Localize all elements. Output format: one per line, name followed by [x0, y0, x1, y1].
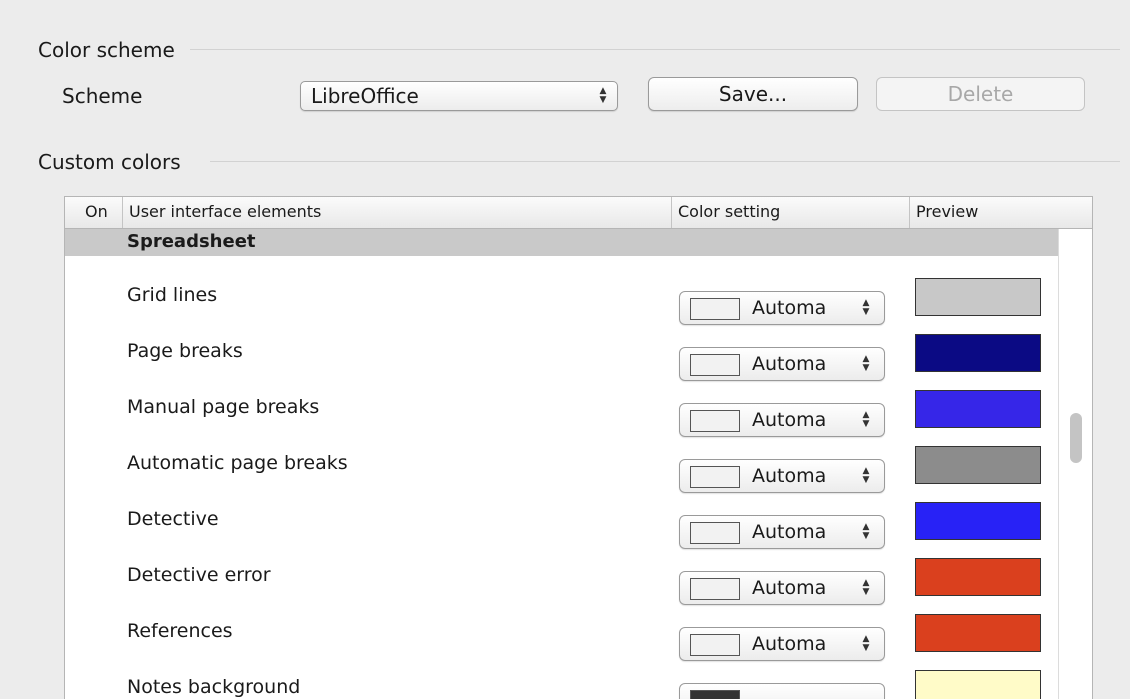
row-label: References: [127, 620, 233, 642]
table-row: Detective error Automa ▲ ▼: [65, 557, 1058, 613]
color-swatch: [690, 410, 740, 432]
color-setting-value: Automa: [752, 409, 827, 431]
color-preview: [915, 334, 1041, 372]
color-setting-select[interactable]: Automa ▲ ▼: [679, 403, 885, 437]
color-preview: [915, 558, 1041, 596]
row-label: Page breaks: [127, 340, 243, 362]
color-setting-select[interactable]: Automa ▲ ▼: [679, 515, 885, 549]
column-header-elements[interactable]: User interface elements: [122, 197, 671, 228]
row-label: Grid lines: [127, 284, 218, 306]
custom-colors-table: On User interface elements Color setting…: [64, 196, 1093, 699]
color-scheme-divider: [190, 49, 1120, 50]
table-row: Page breaks Automa ▲ ▼: [65, 333, 1058, 389]
scrollbar-thumb[interactable]: [1070, 413, 1082, 463]
row-label: Detective: [127, 508, 219, 530]
table-row: Automatic page breaks Automa ▲ ▼: [65, 445, 1058, 501]
scheme-select[interactable]: LibreOffice ▲ ▼: [300, 81, 618, 111]
updown-arrows-icon: ▲ ▼: [862, 410, 870, 429]
color-swatch: [690, 354, 740, 376]
save-button[interactable]: Save...: [648, 77, 858, 111]
table-header: On User interface elements Color setting…: [65, 197, 1092, 229]
column-header-on[interactable]: On: [65, 197, 122, 228]
group-row-spreadsheet: Spreadsheet: [65, 229, 1058, 256]
color-preview: [915, 278, 1041, 316]
color-swatch: [690, 522, 740, 544]
color-swatch: [690, 466, 740, 488]
column-header-preview[interactable]: Preview: [909, 197, 1092, 228]
color-setting-value: Automa: [752, 577, 827, 599]
color-setting-value: Automa: [752, 353, 827, 375]
updown-arrows-icon: ▲ ▼: [862, 578, 870, 597]
scheme-select-value: LibreOffice: [311, 84, 419, 108]
color-setting-value: Automa: [752, 297, 827, 319]
color-swatch: [690, 690, 740, 699]
updown-arrows-icon: ▲ ▼: [862, 298, 870, 317]
color-preview: [915, 502, 1041, 540]
color-preview: [915, 390, 1041, 428]
color-swatch: [690, 578, 740, 600]
row-label: Automatic page breaks: [127, 452, 348, 474]
row-label: Detective error: [127, 564, 271, 586]
updown-arrows-icon: ▲ ▼: [862, 354, 870, 373]
color-swatch: [690, 298, 740, 320]
column-header-color-setting[interactable]: Color setting: [671, 197, 909, 228]
updown-arrows-icon: ▲ ▼: [599, 86, 607, 105]
color-preview: [915, 670, 1041, 699]
color-setting-select[interactable]: Automa ▲ ▼: [679, 571, 885, 605]
custom-colors-section-title: Custom colors: [38, 150, 187, 174]
updown-arrows-icon: ▲ ▼: [862, 522, 870, 541]
row-label: Manual page breaks: [127, 396, 320, 418]
updown-arrows-icon: ▲ ▼: [862, 634, 870, 653]
table-row: References Automa ▲ ▼: [65, 613, 1058, 669]
color-scheme-section-title: Color scheme: [38, 38, 181, 62]
color-setting-value: Automa: [752, 521, 827, 543]
table-row: Notes background: [65, 669, 1058, 699]
table-row: Detective Automa ▲ ▼: [65, 501, 1058, 557]
table-row: Manual page breaks Automa ▲ ▼: [65, 389, 1058, 445]
row-label: Notes background: [127, 676, 301, 698]
group-label: Spreadsheet: [127, 231, 256, 252]
color-preview: [915, 614, 1041, 652]
color-setting-select[interactable]: Automa ▲ ▼: [679, 347, 885, 381]
color-setting-value: Automa: [752, 633, 827, 655]
custom-colors-divider: [210, 161, 1120, 162]
color-setting-select[interactable]: Automa ▲ ▼: [679, 291, 885, 325]
color-setting-select[interactable]: Automa ▲ ▼: [679, 627, 885, 661]
color-preview: [915, 446, 1041, 484]
color-swatch: [690, 634, 740, 656]
delete-button[interactable]: Delete: [876, 77, 1085, 111]
table-scrollbar[interactable]: [1058, 229, 1092, 699]
scheme-label: Scheme: [62, 84, 143, 108]
color-setting-value: Automa: [752, 465, 827, 487]
updown-arrows-icon: ▲ ▼: [862, 466, 870, 485]
table-row: Grid lines Automa ▲ ▼: [65, 277, 1058, 333]
color-setting-select[interactable]: [679, 683, 885, 699]
color-setting-select[interactable]: Automa ▲ ▼: [679, 459, 885, 493]
